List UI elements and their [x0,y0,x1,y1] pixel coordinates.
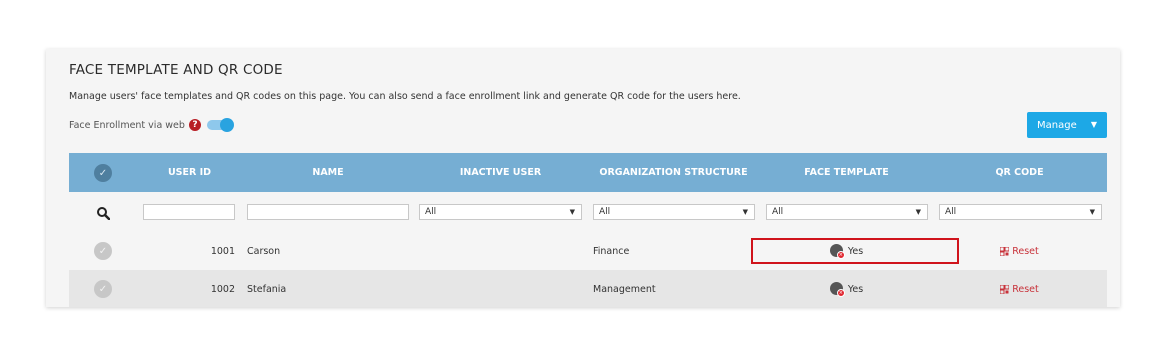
check-icon: ✓ [98,167,108,179]
manage-button[interactable]: Manage ▼ [1027,112,1107,138]
chevron-down-icon[interactable]: ▼ [1091,120,1097,129]
search-icon[interactable] [96,206,110,220]
row-checkbox[interactable]: ✓ [94,280,112,298]
face-template-value: Yes [847,283,864,295]
face-template-highlight [751,238,959,264]
qr-code-icon [1000,284,1010,294]
chevron-down-icon: ▼ [1089,208,1095,216]
column-name[interactable]: NAME [247,153,409,192]
name-cell: Stefania [247,283,287,295]
chevron-down-icon: ▼ [569,208,575,216]
help-icon[interactable]: ? [188,119,201,131]
manage-button-label: Manage [1037,119,1077,131]
inactive-user-filter-select[interactable]: All ▼ [419,204,582,220]
chevron-down-icon: ▼ [915,208,921,216]
user-id-filter-input[interactable] [143,204,235,220]
column-qr-code[interactable]: QR CODE [938,153,1101,192]
table-row[interactable]: ✓ 1002 Stefania Management × Yes Reset [69,270,1107,307]
qr-reset-link[interactable]: Reset [1000,246,1039,257]
qr-reset-label: Reset [1012,245,1039,257]
user-id-cell: 1001 [210,245,235,257]
page-title: FACE TEMPLATE AND QR CODE [69,62,283,78]
column-face-template[interactable]: FACE TEMPLATE [765,153,928,192]
inactive-user-filter-value: All [425,207,437,217]
user-id-cell: 1002 [210,283,235,295]
face-template-filter-value: All [772,207,784,217]
qr-code-icon [1000,246,1010,256]
check-icon: ✓ [98,283,108,295]
name-filter-input[interactable] [247,204,409,220]
select-all-checkbox[interactable]: ✓ [94,164,112,182]
column-user-id[interactable]: USER ID [142,153,237,192]
face-enrollment-setting: Face Enrollment via web ? [69,118,234,132]
face-template-filter-select[interactable]: All ▼ [766,204,928,220]
filter-row: All ▼ All ▼ All ▼ All ▼ [69,192,1107,232]
qr-code-filter-select[interactable]: All ▼ [939,204,1102,220]
face-enrollment-toggle[interactable] [206,118,234,132]
table-header: ✓ USER ID NAME INACTIVE USER ORGANIZATIO… [69,153,1107,192]
org-structure-filter-select[interactable]: All ▼ [593,204,755,220]
qr-reset-link[interactable]: Reset [1000,284,1039,295]
chevron-down-icon: ▼ [742,208,748,216]
qr-reset-label: Reset [1012,283,1039,295]
qr-code-cell: Reset [938,270,1101,307]
face-template-cell[interactable]: × Yes [765,270,928,307]
page-description: Manage users' face templates and QR code… [69,91,741,102]
qr-code-filter-value: All [945,207,957,217]
org-structure-cell: Management [593,283,656,295]
org-structure-cell: Finance [593,245,630,257]
toggle-knob [219,118,234,132]
face-icon: × [829,281,845,297]
name-cell: Carson [247,245,281,257]
check-icon: ✓ [98,245,108,257]
face-enrollment-label: Face Enrollment via web [69,119,185,131]
face-template-panel: FACE TEMPLATE AND QR CODE Manage users' … [46,49,1120,307]
column-organization-structure[interactable]: ORGANIZATION STRUCTURE [592,153,755,192]
qr-code-cell: Reset [938,232,1101,270]
org-structure-filter-value: All [599,207,611,217]
column-inactive-user[interactable]: INACTIVE USER [419,153,582,192]
face-template-status[interactable]: × Yes [829,281,864,297]
row-checkbox[interactable]: ✓ [94,242,112,260]
